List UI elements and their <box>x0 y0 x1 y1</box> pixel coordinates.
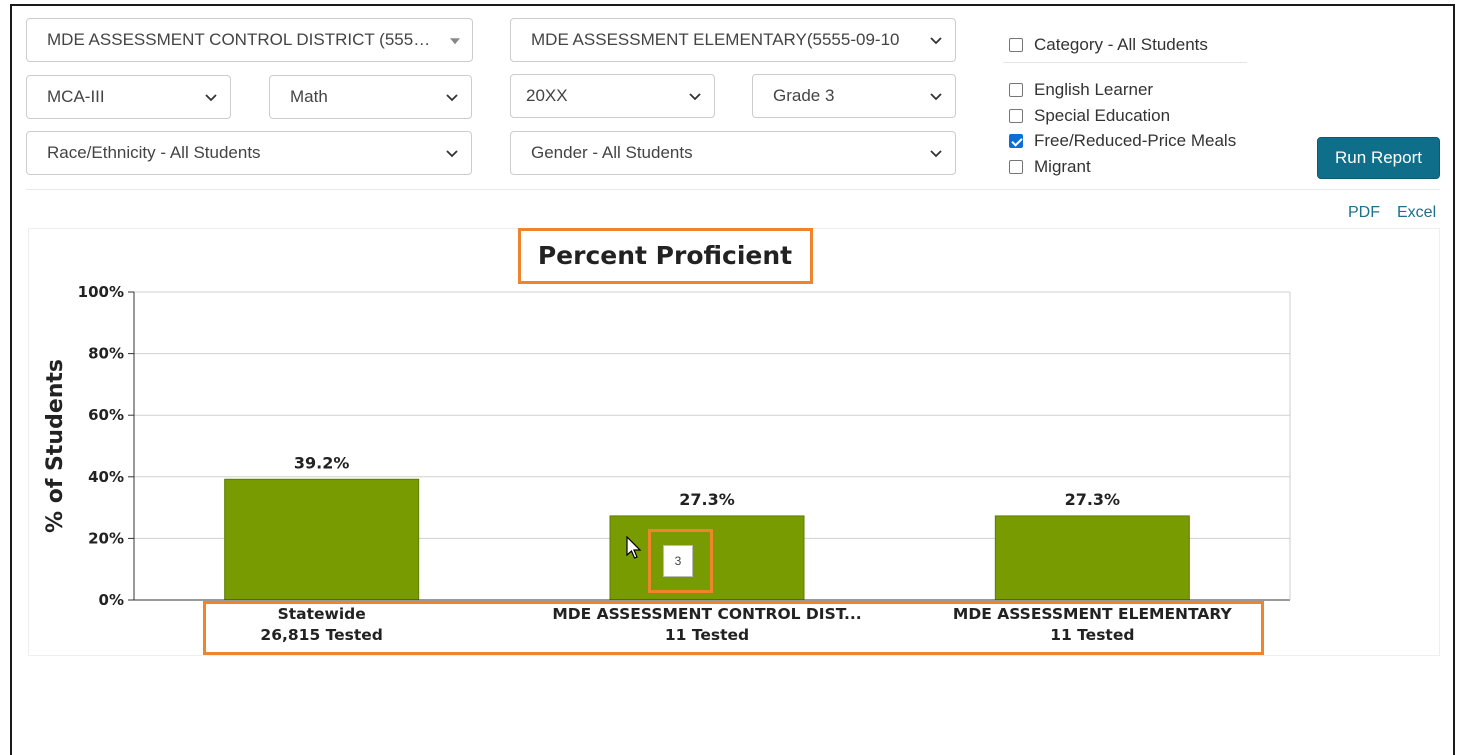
title-highlight-box <box>518 228 813 284</box>
y-tick-label: 0% <box>99 591 124 609</box>
bar-value-label: 39.2% <box>294 453 350 472</box>
y-tick-label: 100% <box>78 283 124 301</box>
bar-value-label: 27.3% <box>1065 490 1121 509</box>
bar-2[interactable] <box>994 515 1190 601</box>
bar-0[interactable] <box>224 478 420 601</box>
y-tick-label: 80% <box>88 345 124 363</box>
bar-value-label: 27.3% <box>679 490 735 509</box>
y-axis-ticks: 0% 20% 40% 60% 80% 100% <box>78 283 134 609</box>
y-tick-label: 20% <box>88 529 124 547</box>
mouse-cursor-icon <box>626 536 642 559</box>
category-labels-highlight-box <box>203 601 1264 655</box>
y-tick-label: 60% <box>88 406 124 424</box>
bar-tooltip: 3 <box>663 545 693 577</box>
y-tick-label: 40% <box>88 468 124 486</box>
y-axis-label: % of Students <box>43 359 68 533</box>
